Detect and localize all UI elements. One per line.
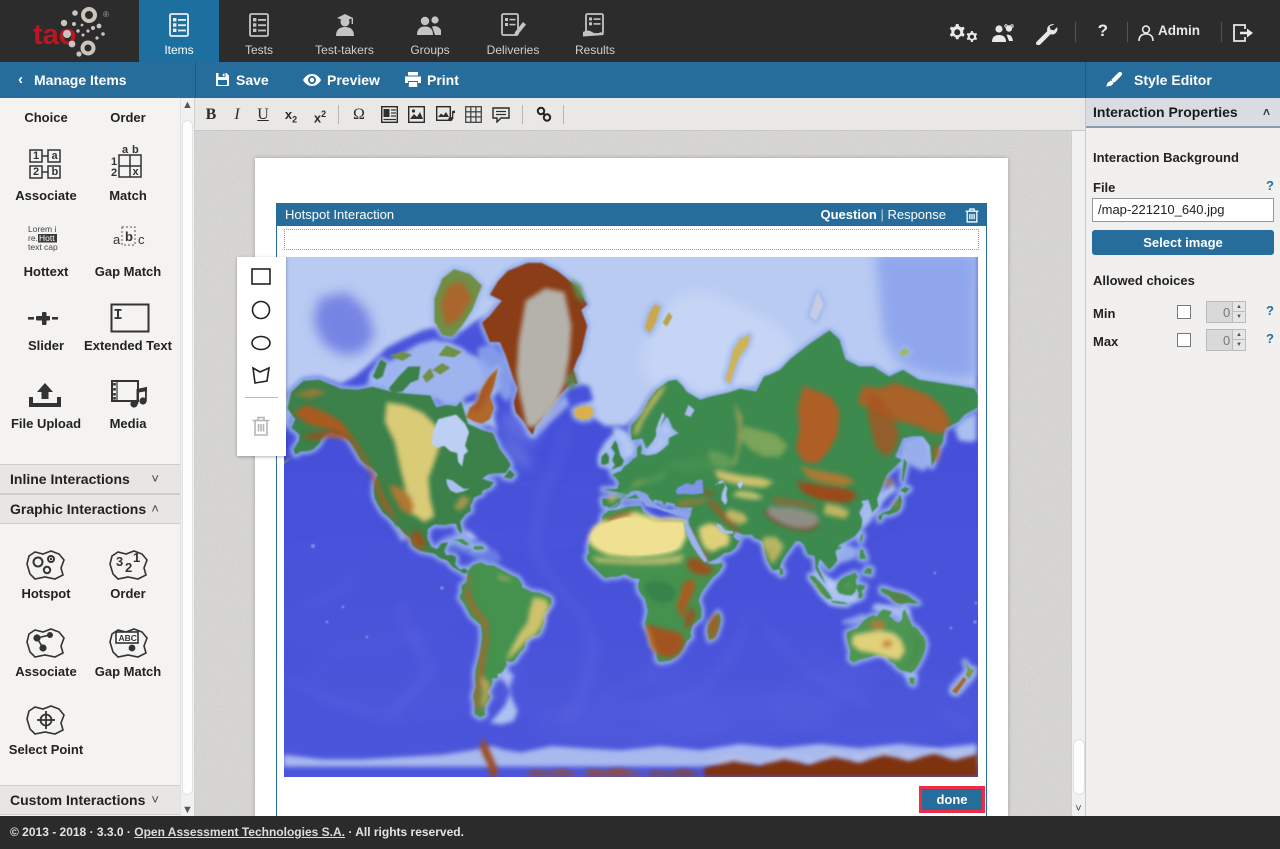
svg-text:text cap: text cap	[28, 242, 58, 252]
svg-text:b: b	[52, 166, 59, 178]
svg-text:a: a	[52, 150, 59, 162]
svg-text:2: 2	[125, 560, 132, 575]
svg-text:1: 1	[133, 550, 140, 565]
svg-text:1: 1	[33, 150, 39, 162]
svg-text:a: a	[113, 232, 121, 247]
svg-text:x: x	[133, 166, 140, 178]
svg-text:2: 2	[111, 167, 117, 179]
svg-text:c: c	[138, 232, 145, 247]
svg-text:®: ®	[103, 10, 109, 19]
svg-text:ABC: ABC	[119, 633, 137, 643]
svg-text:a: a	[122, 144, 129, 156]
svg-text:b: b	[132, 144, 139, 156]
svg-text:3: 3	[116, 554, 123, 569]
svg-text:b: b	[125, 229, 133, 244]
svg-text:2: 2	[33, 166, 39, 178]
